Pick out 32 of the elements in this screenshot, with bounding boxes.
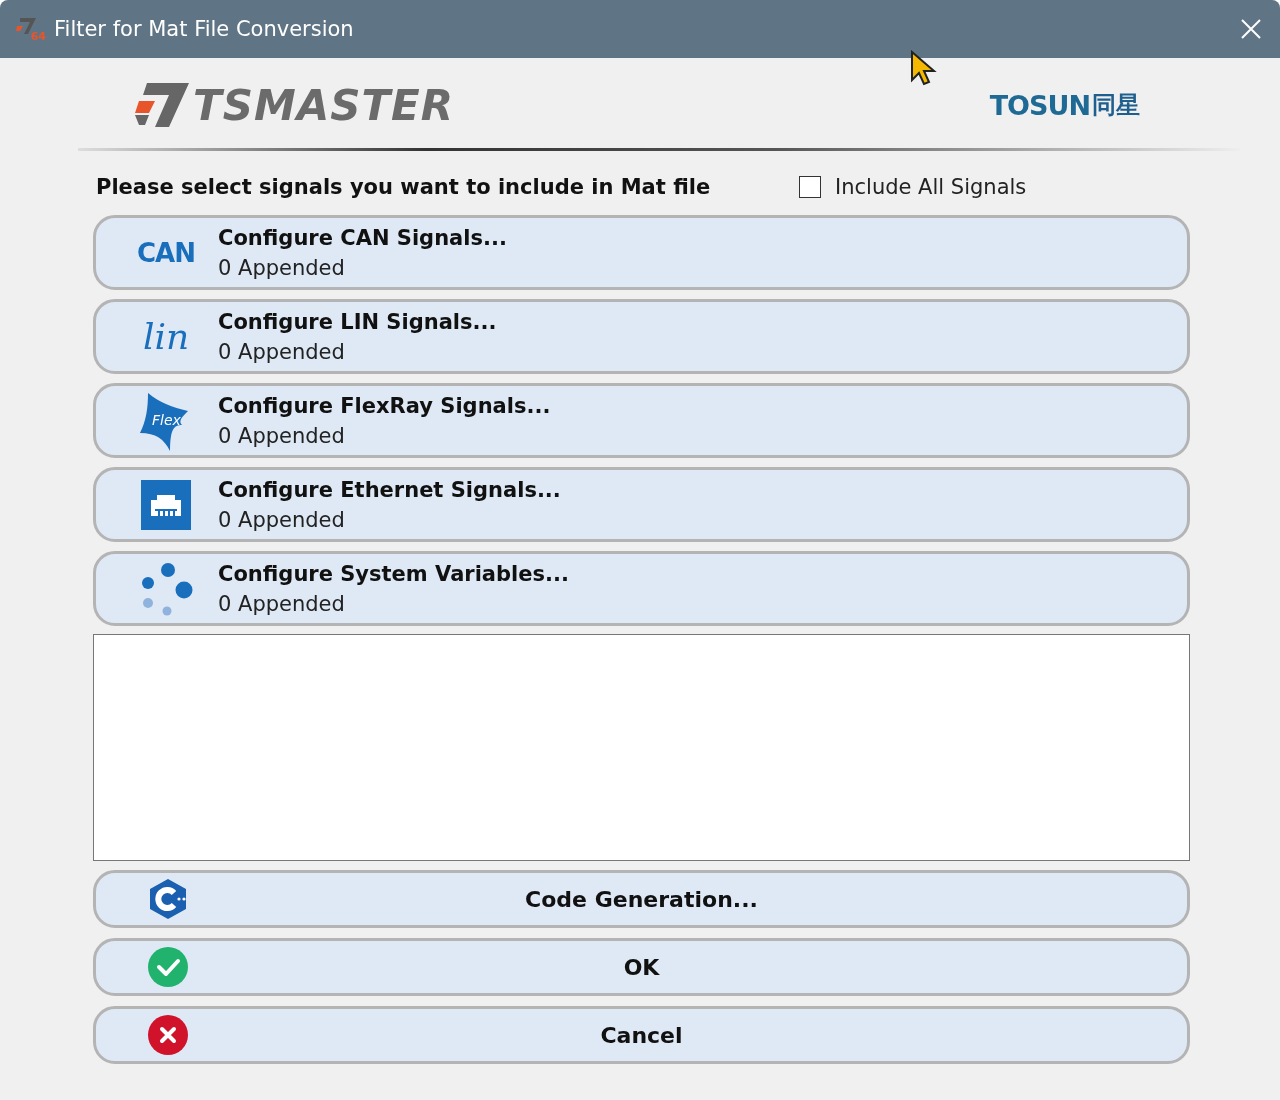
appended-count: 0 Appended (218, 423, 346, 448)
configure-signals-button[interactable]: Flex Configure FlexRay Signals... 0 Appended (93, 383, 1190, 458)
button-title: Configure LIN Signals... (218, 309, 497, 334)
appended-count: 0 Appended (218, 591, 346, 616)
appended-count: 0 Appended (218, 255, 346, 280)
bolt-logo-icon (135, 83, 189, 127)
configure-signals-button[interactable]: lin Configure LIN Signals... 0 Appended (93, 299, 1190, 374)
cancel-icon (148, 1015, 188, 1055)
company-logo-cjk: 同星 (1092, 90, 1140, 121)
button-title: Configure Ethernet Signals... (218, 477, 561, 502)
include-all-checkbox[interactable]: Include All Signals (799, 175, 1027, 199)
cancel-button[interactable]: Cancel (93, 1006, 1190, 1064)
button-title: Configure FlexRay Signals... (218, 393, 551, 418)
button-title: Configure System Variables... (218, 561, 569, 586)
appended-count: 0 Appended (218, 339, 346, 364)
mouse-pointer-icon (910, 50, 938, 88)
check-icon (148, 947, 188, 987)
button-title: Configure CAN Signals... (218, 225, 507, 250)
product-logo: TSMASTER (193, 80, 455, 130)
appended-count: 0 Appended (218, 507, 346, 532)
window-title: Filter for Mat File Conversion (54, 17, 355, 41)
instruction-text: Please select signals you want to include in Mat file (96, 175, 712, 199)
ethernet-port-icon (141, 479, 191, 530)
can-logo-icon: CAN (137, 237, 195, 268)
configure-signals-button[interactable]: CAN Configure CAN Signals... 0 Appended (93, 215, 1190, 290)
c-plus-plus-icon (148, 878, 188, 920)
lin-logo-icon: lin (142, 316, 190, 357)
configure-signals-button[interactable]: Configure Ethernet Signals... 0 Appended (93, 467, 1190, 542)
configure-signals-button[interactable]: Configure System Variables... 0 Appended (93, 551, 1190, 626)
code-button[interactable]: Code Generation... (93, 870, 1190, 928)
ok-button[interactable]: OK (93, 938, 1190, 996)
company-logo: TOSUN (989, 89, 1090, 121)
